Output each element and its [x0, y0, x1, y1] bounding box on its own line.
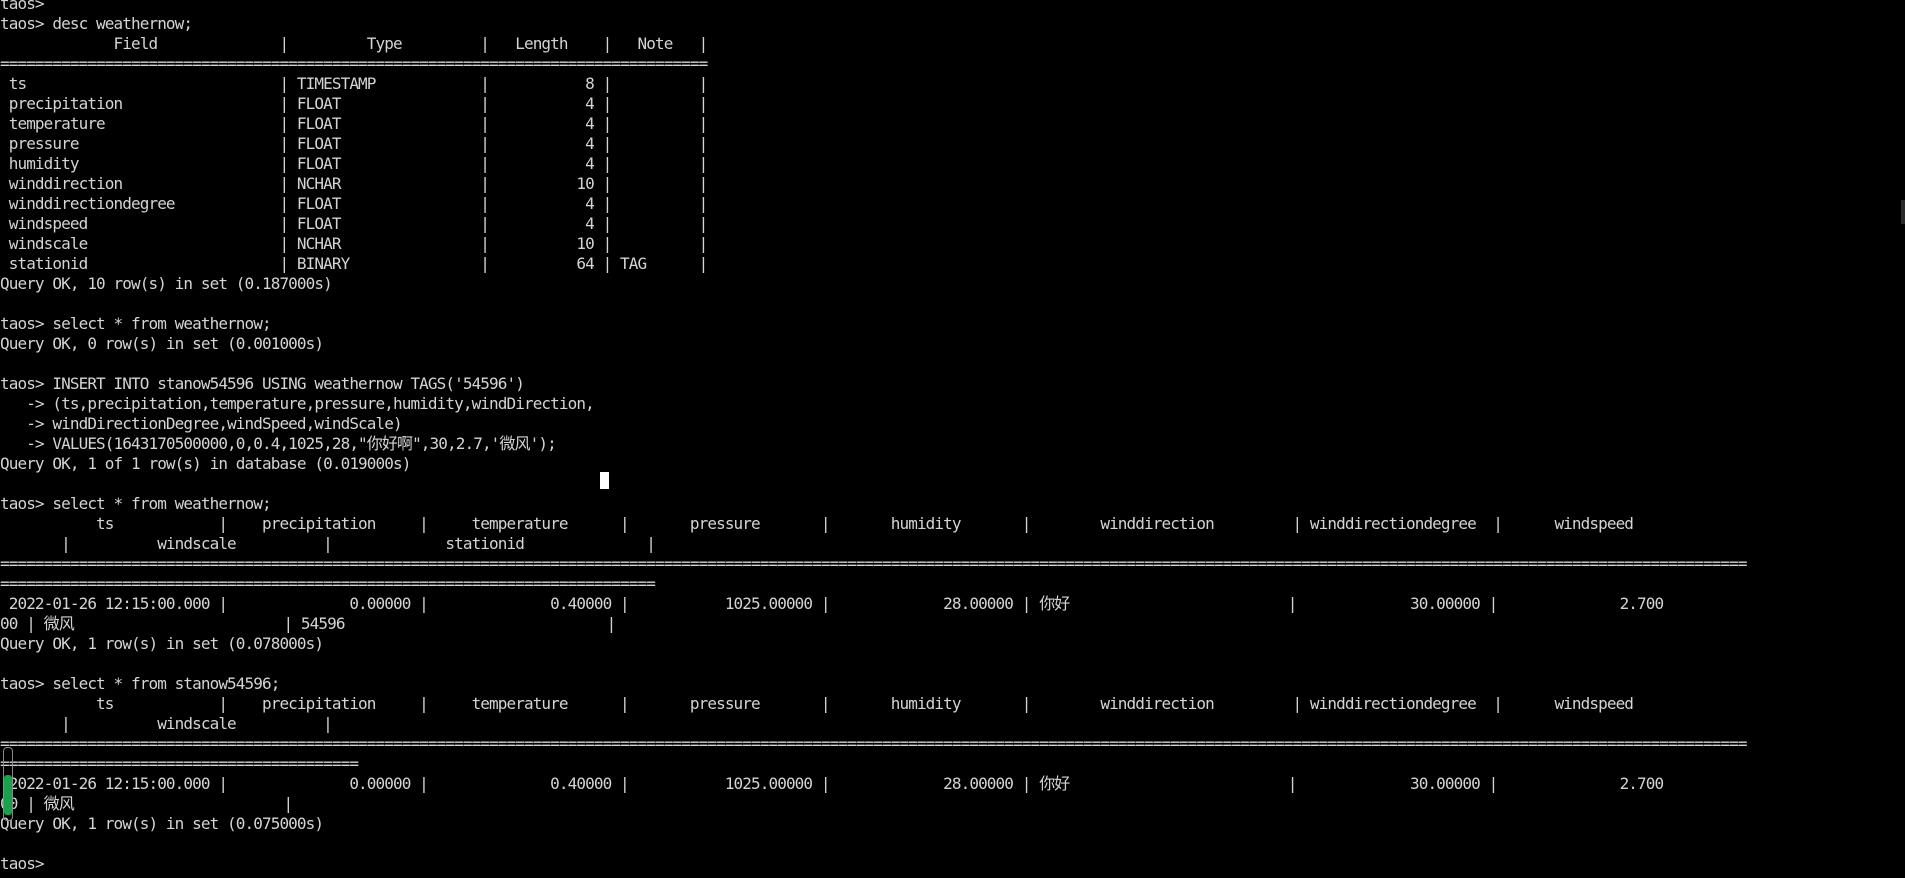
terminal-line: ========================================… [0, 754, 359, 773]
terminal-line: ts | precipitation | temperature | press… [0, 514, 1634, 533]
terminal-line: 2022-01-26 12:15:00.000 | 0.00000 | 0.40… [0, 594, 1664, 613]
terminal-line: ========================================… [0, 554, 1747, 573]
terminal-line: taos> [0, 0, 45, 13]
terminal-line: precipitation | FLOAT | 4 | | [0, 94, 709, 113]
terminal-line: ========================================… [0, 734, 1747, 753]
terminal-line: winddirectiondegree | FLOAT | 4 | | [0, 194, 709, 213]
terminal-line: taos> [0, 854, 45, 873]
terminal-line: taos> desc weathernow; [0, 14, 193, 33]
terminal-line: windscale | NCHAR | 10 | | [0, 234, 709, 253]
terminal-line: 00 | 微风 | [0, 794, 293, 813]
terminal-line: taos> INSERT INTO stanow54596 USING weat… [0, 374, 525, 393]
terminal-line: taos> select * from stanow54596; [0, 674, 280, 693]
terminal-line: Query OK, 1 row(s) in set (0.075000s) [0, 814, 324, 833]
terminal-line: Query OK, 1 row(s) in set (0.078000s) [0, 634, 324, 653]
text-cursor [600, 472, 609, 489]
terminal-line: ========================================… [0, 54, 708, 73]
terminal-line: 00 | 微风 | 54596 | [0, 614, 616, 633]
terminal-line: | windscale | stationid | [0, 534, 656, 553]
terminal-line: ts | TIMESTAMP | 8 | | [0, 74, 709, 93]
terminal-line: Query OK, 0 row(s) in set (0.001000s) [0, 334, 324, 353]
terminal-window[interactable]: taos> taos> desc weathernow; Field | Type… [0, 0, 1905, 878]
terminal-line: stationid | BINARY | 64 | TAG | [0, 254, 709, 273]
vertical-scrollbar[interactable] [1899, 0, 1905, 878]
terminal-line: | windscale | [0, 714, 333, 733]
terminal-line: Field | Type | Length | Note | [0, 34, 709, 53]
terminal-line: -> windDirectionDegree,windSpeed,windSca… [0, 414, 402, 433]
selection-marker-fill [4, 775, 12, 815]
terminal-line: ========================================… [0, 574, 656, 593]
terminal-line: -> VALUES(1643170500000,0,0.4,1025,28,"你… [0, 434, 557, 453]
terminal-line: winddirection | NCHAR | 10 | | [0, 174, 709, 193]
terminal-line: 2022-01-26 12:15:00.000 | 0.00000 | 0.40… [0, 774, 1664, 793]
terminal-line: Query OK, 1 of 1 row(s) in database (0.0… [0, 454, 411, 473]
terminal-line: pressure | FLOAT | 4 | | [0, 134, 709, 153]
terminal-line: taos> select * from weathernow; [0, 494, 272, 513]
terminal-line: Query OK, 10 row(s) in set (0.187000s) [0, 274, 333, 293]
terminal-line: taos> select * from weathernow; [0, 314, 272, 333]
scrollbar-thumb[interactable] [1901, 200, 1905, 224]
terminal-line: temperature | FLOAT | 4 | | [0, 114, 709, 133]
terminal-line: ts | precipitation | temperature | press… [0, 694, 1634, 713]
terminal-line: humidity | FLOAT | 4 | | [0, 154, 709, 173]
terminal-line: -> (ts,precipitation,temperature,pressur… [0, 394, 595, 413]
terminal-line: windspeed | FLOAT | 4 | | [0, 214, 709, 233]
